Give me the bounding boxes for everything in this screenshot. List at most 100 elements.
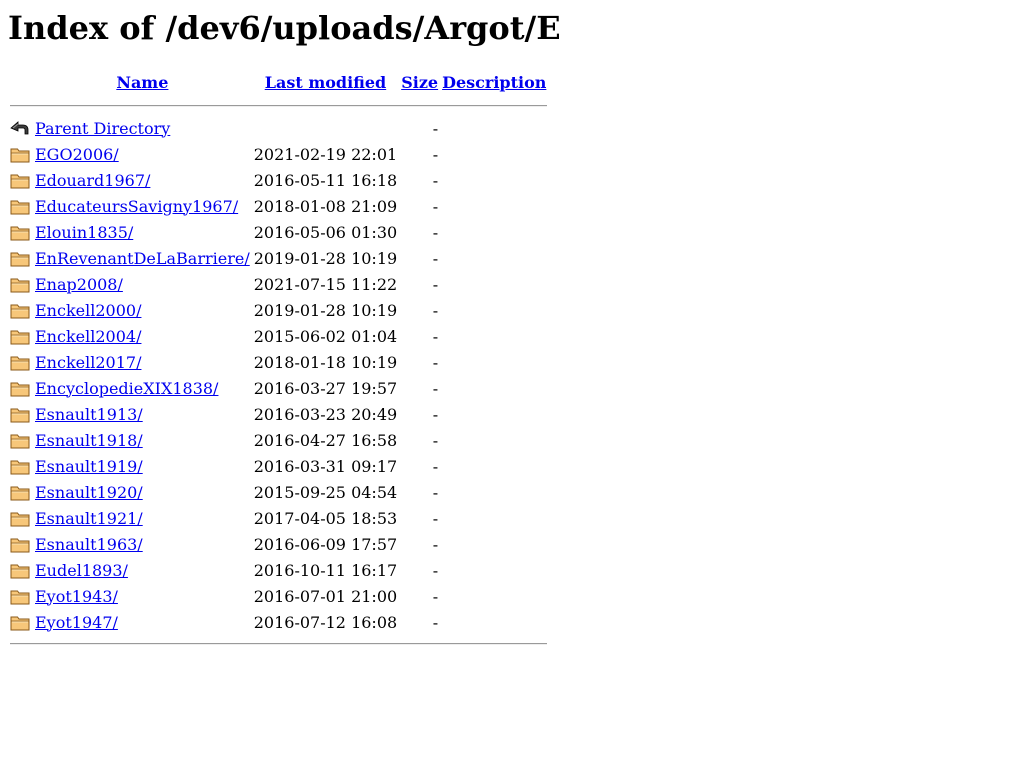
folder-link[interactable]: Elouin1835/ (35, 223, 133, 242)
folder-icon (10, 456, 30, 476)
folder-icon (10, 144, 30, 164)
folder-link[interactable]: Enckell2004/ (35, 327, 141, 346)
folder-link[interactable]: Eyot1943/ (35, 587, 118, 606)
description-cell (441, 324, 547, 348)
folder-icon (10, 196, 30, 216)
last-modified-cell: 2016-06-09 17:57 (253, 534, 398, 554)
folder-link[interactable]: Esnault1963/ (35, 535, 143, 554)
size-cell: - (432, 352, 439, 372)
directory-row: EducateursSavigny1967/2018-01-08 21:09 - (10, 194, 547, 218)
top-divider (10, 105, 548, 107)
parent-directory-link[interactable]: Parent Directory (35, 119, 170, 138)
last-modified-cell: 2016-03-27 19:57 (253, 378, 398, 398)
last-modified-cell: 2016-07-12 16:08 (253, 612, 398, 632)
description-cell (441, 376, 547, 400)
folder-link[interactable]: Enckell2017/ (35, 353, 141, 372)
directory-row: EGO2006/2021-02-19 22:01 - (10, 142, 547, 166)
last-modified-cell: 2016-10-11 16:17 (253, 560, 398, 580)
directory-row: Enckell2004/2015-06-02 01:04 - (10, 324, 547, 348)
folder-link[interactable]: EncyclopedieXIX1838/ (35, 379, 218, 398)
size-cell: - (432, 612, 439, 632)
bottom-rule-row (10, 636, 548, 652)
size-cell: - (432, 222, 439, 242)
directory-row: Esnault1919/2016-03-31 09:17 - (10, 454, 547, 478)
last-modified-cell: 2019-01-28 10:19 (253, 300, 398, 320)
parent-description (441, 116, 547, 140)
description-cell (441, 480, 547, 504)
directory-row: Elouin1835/2016-05-06 01:30 - (10, 220, 547, 244)
directory-row: Enap2008/2021-07-15 11:22 - (10, 272, 547, 296)
description-cell (441, 142, 547, 166)
folder-icon (10, 430, 30, 450)
folder-link[interactable]: Enckell2000/ (35, 301, 141, 320)
last-modified-cell: 2016-04-27 16:58 (253, 430, 398, 450)
description-cell (441, 428, 547, 452)
size-cell: - (432, 404, 439, 424)
folder-icon (10, 482, 30, 502)
size-cell: - (432, 248, 439, 268)
sort-by-name-link[interactable]: Name (116, 73, 168, 92)
description-cell (441, 220, 547, 244)
folder-icon (10, 274, 30, 294)
description-cell (441, 454, 547, 478)
description-cell (441, 532, 547, 556)
folder-link[interactable]: Eyot1947/ (35, 613, 118, 632)
size-cell: - (432, 586, 439, 606)
parent-size: - (432, 118, 439, 138)
folder-icon (10, 508, 30, 528)
folder-link[interactable]: Esnault1913/ (35, 405, 143, 424)
size-column-header: Size (400, 68, 439, 96)
folder-link[interactable]: EducateursSavigny1967/ (35, 197, 238, 216)
folder-icon (10, 352, 30, 372)
size-cell: - (432, 144, 439, 164)
size-cell: - (432, 300, 439, 320)
description-cell (441, 558, 547, 582)
directory-row: EnRevenantDeLaBarriere/2019-01-28 10:19 - (10, 246, 547, 270)
size-cell: - (432, 534, 439, 554)
size-cell: - (432, 482, 439, 502)
folder-link[interactable]: Enap2008/ (35, 275, 123, 294)
directory-row: Esnault1921/2017-04-05 18:53 - (10, 506, 547, 530)
description-cell (441, 272, 547, 296)
icon-column-header (10, 68, 32, 96)
description-cell (441, 298, 547, 322)
sort-by-description-link[interactable]: Description (442, 73, 546, 92)
description-cell (441, 506, 547, 530)
directory-row: Esnault1913/2016-03-23 20:49 - (10, 402, 547, 426)
folder-link[interactable]: Eudel1893/ (35, 561, 128, 580)
directory-row: Esnault1920/2015-09-25 04:54 - (10, 480, 547, 504)
folder-link[interactable]: EnRevenantDeLaBarriere/ (35, 249, 250, 268)
last-modified-column-header: Last modified (253, 68, 398, 96)
folder-link[interactable]: Esnault1919/ (35, 457, 143, 476)
folder-link[interactable]: Edouard1967/ (35, 171, 150, 190)
directory-row: Esnault1918/2016-04-27 16:58 - (10, 428, 547, 452)
size-cell: - (432, 430, 439, 450)
folder-link[interactable]: Esnault1921/ (35, 509, 143, 528)
page-title: Index of /dev6/uploads/Argot/E (8, 9, 561, 47)
last-modified-cell: 2019-01-28 10:19 (253, 248, 398, 268)
top-rule-row (10, 98, 548, 114)
description-column-header: Description (441, 68, 547, 96)
description-cell (441, 402, 547, 426)
size-cell: - (432, 196, 439, 216)
last-modified-cell: 2017-04-05 18:53 (253, 508, 398, 528)
folder-link[interactable]: EGO2006/ (35, 145, 119, 164)
folder-icon (10, 534, 30, 554)
directory-row: Eyot1947/2016-07-12 16:08 - (10, 610, 547, 634)
folder-link[interactable]: Esnault1918/ (35, 431, 143, 450)
sort-by-size-link[interactable]: Size (401, 73, 438, 92)
sort-by-last-modified-link[interactable]: Last modified (265, 73, 386, 92)
description-cell (441, 246, 547, 270)
folder-link[interactable]: Esnault1920/ (35, 483, 143, 502)
folder-icon (10, 612, 30, 632)
last-modified-cell: 2016-05-06 01:30 (253, 222, 398, 242)
last-modified-cell: 2018-01-08 21:09 (253, 196, 398, 216)
bottom-divider (10, 643, 548, 645)
folder-icon (10, 560, 30, 580)
parent-directory-row: Parent Directory - (10, 116, 547, 140)
description-cell (441, 584, 547, 608)
description-cell (441, 350, 547, 374)
directory-row: Edouard1967/2016-05-11 16:18 - (10, 168, 547, 192)
size-cell: - (432, 274, 439, 294)
size-cell: - (432, 170, 439, 190)
